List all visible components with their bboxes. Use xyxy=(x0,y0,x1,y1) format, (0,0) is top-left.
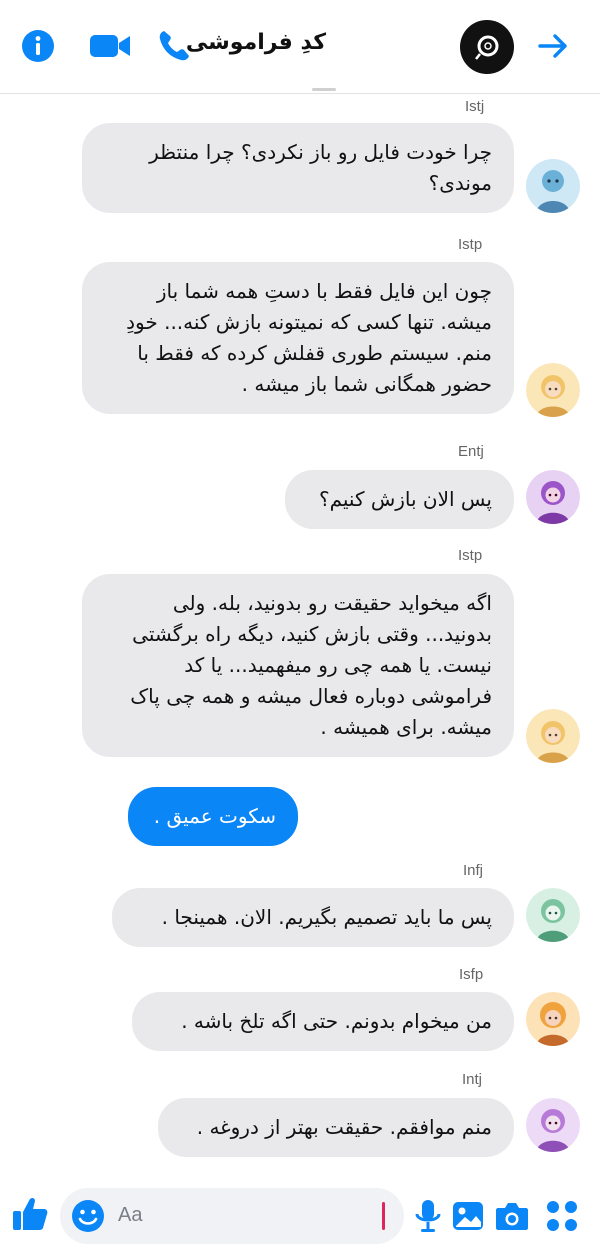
message-list[interactable]: Istj چرا خودت فایل رو باز نکردی؟ چرا منت… xyxy=(0,95,600,1175)
microphone-icon[interactable] xyxy=(410,1198,446,1234)
sender-name: Istj xyxy=(465,98,485,115)
apps-icon[interactable] xyxy=(544,1198,580,1234)
sender-name: Entj xyxy=(458,443,484,460)
input-placeholder: Aa xyxy=(118,1204,143,1226)
text-cursor xyxy=(382,1202,385,1230)
message-bubble[interactable]: اگه میخواید حقیقت رو بدونید، بله. ولی بد… xyxy=(82,574,514,757)
group-avatar[interactable] xyxy=(460,20,514,74)
message-bubble[interactable]: چون این فایل فقط با دستِ همه شما باز میش… xyxy=(82,262,514,414)
message-bubble[interactable]: پس الان بازش کنیم؟ xyxy=(285,470,514,529)
sender-name: Isfp xyxy=(459,966,484,983)
avatar[interactable] xyxy=(526,888,580,942)
message-input[interactable]: Aa xyxy=(60,1188,404,1244)
own-message-bubble[interactable]: سکوت عمیق . xyxy=(128,787,298,846)
message-bubble[interactable]: چرا خودت فایل رو باز نکردی؟ چرا منتظر مو… xyxy=(82,123,514,213)
sender-name: Infj xyxy=(463,862,484,879)
conversation-title[interactable]: کدِ فراموشی xyxy=(186,30,326,55)
message-bubble[interactable]: من میخوام بدونم. حتی اگه تلخ باشه . xyxy=(132,992,514,1051)
message-bubble[interactable]: پس ما باید تصمیم بگیریم. الان. همینجا . xyxy=(112,888,514,947)
scroll-indicator xyxy=(312,88,336,91)
camera-icon[interactable] xyxy=(494,1198,530,1234)
avatar[interactable] xyxy=(526,992,580,1046)
message-bubble[interactable]: منم موافقم. حقیقت بهتر از دروغه . xyxy=(158,1098,514,1157)
composer-bar: Aa xyxy=(0,1180,600,1256)
avatar[interactable] xyxy=(526,1098,580,1152)
avatar[interactable] xyxy=(526,709,580,763)
sender-name: Intj xyxy=(462,1071,483,1088)
image-icon[interactable] xyxy=(450,1198,486,1234)
sender-name: Istp xyxy=(458,547,483,564)
sender-name: Istp xyxy=(458,236,483,253)
like-icon[interactable] xyxy=(10,1194,50,1234)
chat-header: کدِ فراموشی xyxy=(0,0,600,94)
info-icon[interactable] xyxy=(20,28,56,64)
forward-arrow-icon[interactable] xyxy=(535,28,571,64)
avatar[interactable] xyxy=(526,470,580,524)
avatar[interactable] xyxy=(526,363,580,417)
video-camera-icon[interactable] xyxy=(88,28,132,64)
avatar[interactable] xyxy=(526,159,580,213)
emoji-icon[interactable] xyxy=(70,1198,106,1234)
